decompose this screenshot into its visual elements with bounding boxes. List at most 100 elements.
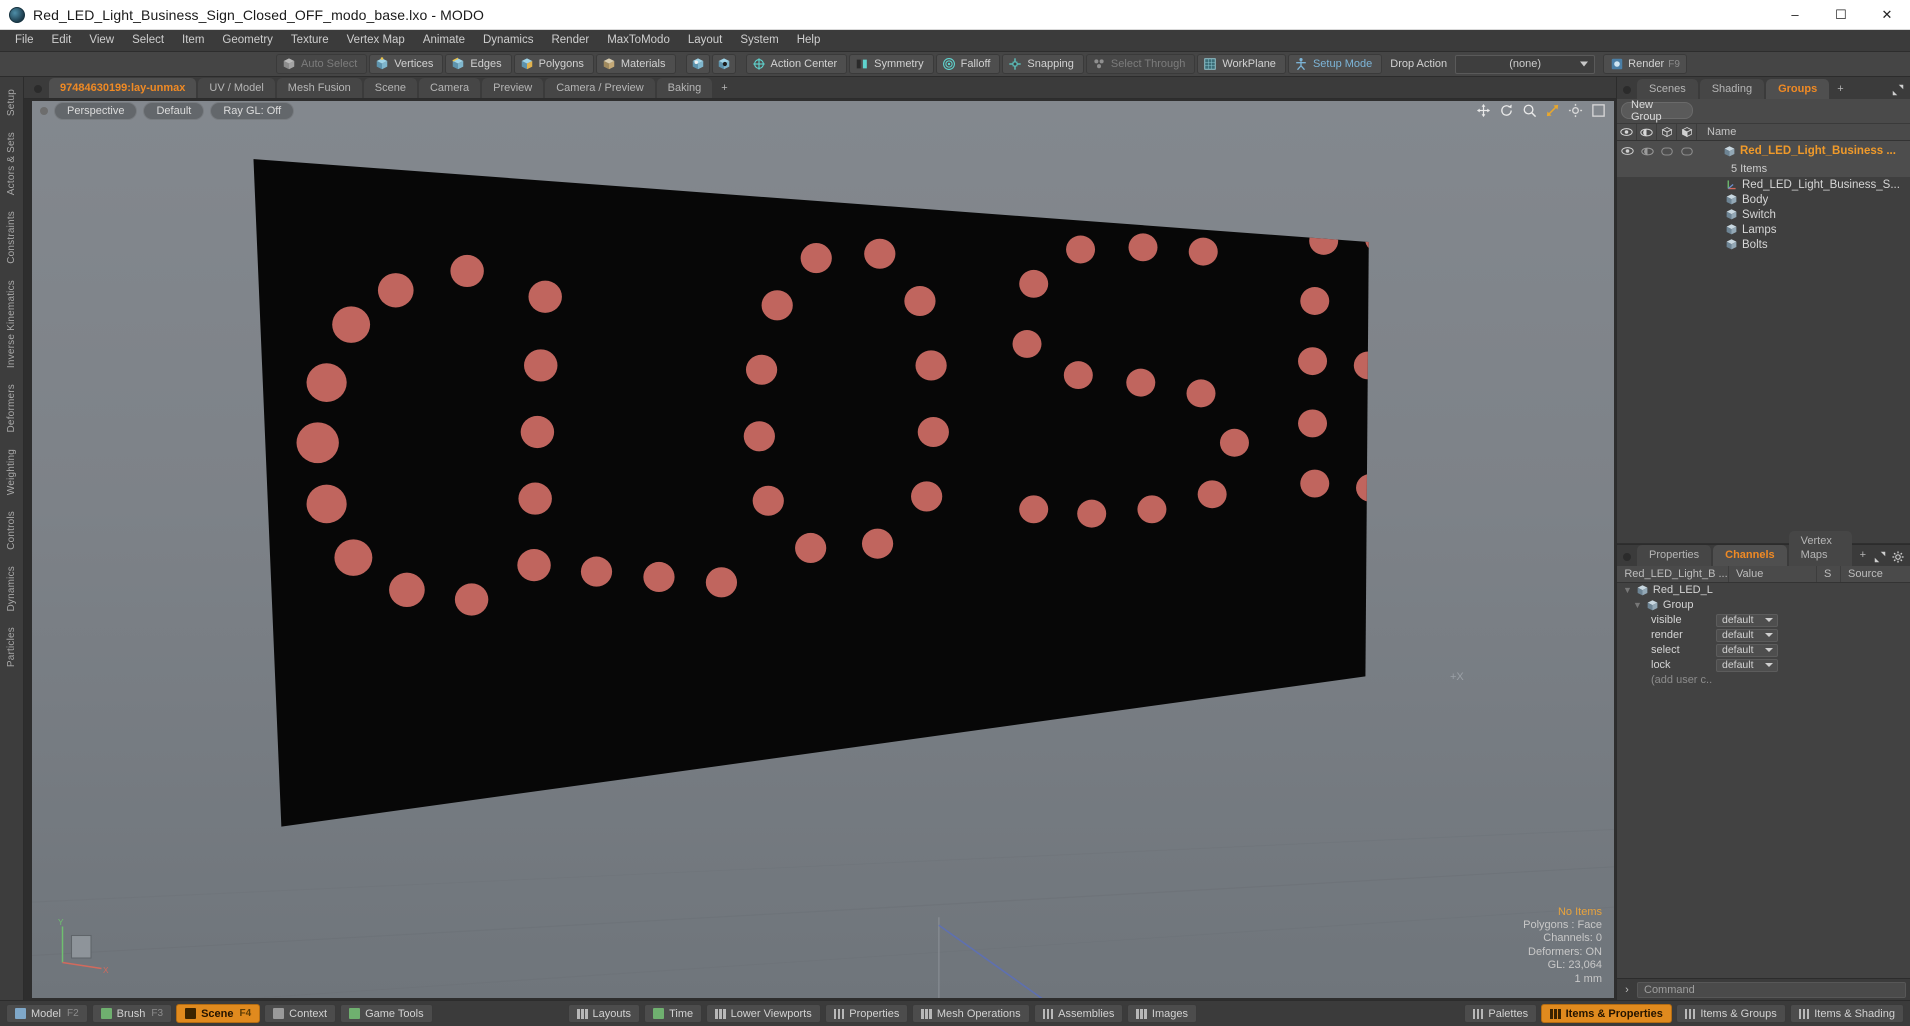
tab-groups[interactable]: Groups	[1766, 78, 1830, 99]
viewport-perspective-button[interactable]: Perspective	[54, 101, 138, 121]
bottom-scene-button[interactable]: Scene F4	[176, 1004, 261, 1023]
tab-shading[interactable]: Shading	[1699, 78, 1765, 99]
viewport-menu-icon[interactable]	[40, 107, 48, 115]
menu-render[interactable]: Render	[542, 32, 598, 50]
tab-strip-handle-icon[interactable]	[34, 85, 42, 93]
edges-button[interactable]: Edges	[445, 54, 512, 74]
tree-visible-toggle[interactable]	[1617, 141, 1637, 161]
axis-gizmo[interactable]: Y X	[52, 916, 112, 976]
tree-group-entry[interactable]: Red_LED_Light_Business ...	[1697, 145, 1896, 158]
minimize-icon[interactable]: –	[1772, 0, 1818, 29]
tree-row-body[interactable]: Body	[1617, 192, 1910, 207]
tab-properties[interactable]: Properties	[1637, 545, 1712, 566]
tab-mesh-fusion[interactable]: Mesh Fusion	[276, 77, 362, 98]
bottom-palettes-button[interactable]: Palettes	[1463, 1004, 1538, 1023]
tree-bolts-entry[interactable]: Bolts	[1697, 238, 1768, 251]
channel-group-entry[interactable]: ▼ Group	[1617, 599, 1713, 612]
menu-file[interactable]: File	[6, 32, 43, 50]
bottom-brush-button[interactable]: Brush F3	[91, 1004, 173, 1023]
move-icon[interactable]	[1476, 103, 1491, 118]
bottom-items-shading-button[interactable]: Items & Shading	[1789, 1004, 1904, 1023]
vertices-button[interactable]: Vertices	[369, 54, 444, 74]
rail-item-controls[interactable]: Controls	[6, 503, 17, 558]
menu-layout[interactable]: Layout	[679, 32, 732, 50]
bottom-context-button[interactable]: Context	[264, 1004, 337, 1023]
bottom-assemblies-button[interactable]: Assemblies	[1033, 1004, 1124, 1023]
falloff-button[interactable]: Falloff	[935, 54, 1001, 74]
snapping-button[interactable]: Snapping	[1002, 54, 1084, 74]
bottom-lower-viewports-button[interactable]: Lower Viewports	[706, 1004, 821, 1023]
channel-row-select[interactable]: select default	[1617, 643, 1910, 658]
rail-item-particles[interactable]: Particles	[6, 619, 17, 675]
select-through-button[interactable]: Select Through	[1085, 54, 1196, 74]
rail-item-actors-sets[interactable]: Actors & Sets	[6, 124, 17, 203]
viewport-shading-button[interactable]: Default	[143, 101, 205, 121]
channel-render-value[interactable]: default	[1716, 628, 1778, 642]
menu-geometry[interactable]: Geometry	[213, 32, 282, 50]
menu-maxtomodo[interactable]: MaxToModo	[598, 32, 679, 50]
close-icon[interactable]: ✕	[1864, 0, 1910, 29]
menu-system[interactable]: System	[731, 32, 787, 50]
channel-row-group[interactable]: ▼ Group	[1617, 598, 1910, 613]
channel-row-lock[interactable]: lock default	[1617, 658, 1910, 673]
menu-view[interactable]: View	[80, 32, 123, 50]
tree-locator-entry[interactable]: Red_LED_Light_Business_S...	[1697, 178, 1900, 191]
bottom-layouts-button[interactable]: Layouts	[568, 1004, 641, 1023]
rail-item-deformers[interactable]: Deformers	[6, 376, 17, 440]
menu-animate[interactable]: Animate	[414, 32, 474, 50]
tree-row-bolts[interactable]: Bolts	[1617, 237, 1910, 252]
column-lock-icon[interactable]	[1677, 124, 1697, 140]
viewport-3d[interactable]: +X Y X Perspective Default Ray GL: Off N…	[32, 101, 1614, 998]
action-center-button[interactable]: Action Center	[745, 54, 848, 74]
options-icon[interactable]	[1568, 103, 1583, 118]
menu-dynamics[interactable]: Dynamics	[474, 32, 542, 50]
tab-baking[interactable]: Baking	[656, 77, 713, 98]
channel-lock-value[interactable]: default	[1716, 658, 1778, 672]
tree-lock-toggle[interactable]	[1677, 141, 1697, 161]
bottom-game-tools-button[interactable]: Game Tools	[340, 1004, 433, 1023]
expand-panel-icon[interactable]	[1874, 551, 1886, 563]
menu-select[interactable]: Select	[123, 32, 173, 50]
tree-row-locator[interactable]: Red_LED_Light_Business_S...	[1617, 177, 1910, 192]
tree-body-entry[interactable]: Body	[1697, 193, 1768, 206]
tree-select-toggle[interactable]	[1657, 141, 1677, 161]
tab-vertex-maps[interactable]: Vertex Maps	[1788, 530, 1852, 566]
command-input[interactable]: Command	[1637, 981, 1906, 998]
bottom-items-properties-button[interactable]: Items & Properties	[1541, 1004, 1672, 1023]
select-mode-b-button[interactable]	[711, 54, 736, 74]
tab-add-button[interactable]: +	[714, 78, 734, 98]
tab-scene[interactable]: Scene	[363, 77, 417, 98]
tab-camera[interactable]: Camera	[418, 77, 481, 98]
tree-row-group[interactable]: Red_LED_Light_Business ...	[1617, 141, 1910, 161]
menu-item[interactable]: Item	[173, 32, 213, 50]
zoom-icon[interactable]	[1522, 103, 1537, 118]
groups-panel-handle-icon[interactable]	[1623, 86, 1631, 94]
auto-select-button[interactable]: Auto Select	[276, 54, 368, 74]
channel-row-visible[interactable]: visible default	[1617, 613, 1910, 628]
tree-switch-entry[interactable]: Switch	[1697, 208, 1776, 221]
channel-row-item[interactable]: ▼ Red_LED_Lig...	[1617, 583, 1910, 598]
channel-item-entry[interactable]: ▼ Red_LED_Lig...	[1617, 584, 1713, 597]
materials-button[interactable]: Materials	[595, 54, 676, 74]
bottom-images-button[interactable]: Images	[1127, 1004, 1197, 1023]
bottom-mesh-operations-button[interactable]: Mesh Operations	[912, 1004, 1030, 1023]
maximize-icon[interactable]: ☐	[1818, 0, 1864, 29]
drop-action-select[interactable]: (none)	[1455, 54, 1596, 74]
expand-panel-icon[interactable]	[1892, 84, 1904, 96]
channel-visible-value[interactable]: default	[1716, 613, 1778, 627]
menu-help[interactable]: Help	[788, 32, 830, 50]
column-render-icon[interactable]	[1637, 124, 1657, 140]
menu-edit[interactable]: Edit	[43, 32, 81, 50]
new-group-button[interactable]: New Group	[1621, 99, 1693, 123]
tab-scenes[interactable]: Scenes	[1637, 78, 1698, 99]
maximize-icon[interactable]	[1591, 103, 1606, 118]
column-select-icon[interactable]	[1657, 124, 1677, 140]
bottom-properties-button[interactable]: Properties	[824, 1004, 909, 1023]
rail-item-inverse-kinematics[interactable]: Inverse Kinematics	[6, 272, 17, 376]
disclosure-triangle-icon[interactable]: ▼	[1623, 585, 1632, 595]
rail-item-constraints[interactable]: Constraints	[6, 203, 17, 272]
rail-item-dynamics[interactable]: Dynamics	[6, 558, 17, 620]
column-visible-icon[interactable]	[1617, 124, 1637, 140]
bottom-model-button[interactable]: Model F2	[6, 1004, 88, 1023]
channel-select-value[interactable]: default	[1716, 643, 1778, 657]
